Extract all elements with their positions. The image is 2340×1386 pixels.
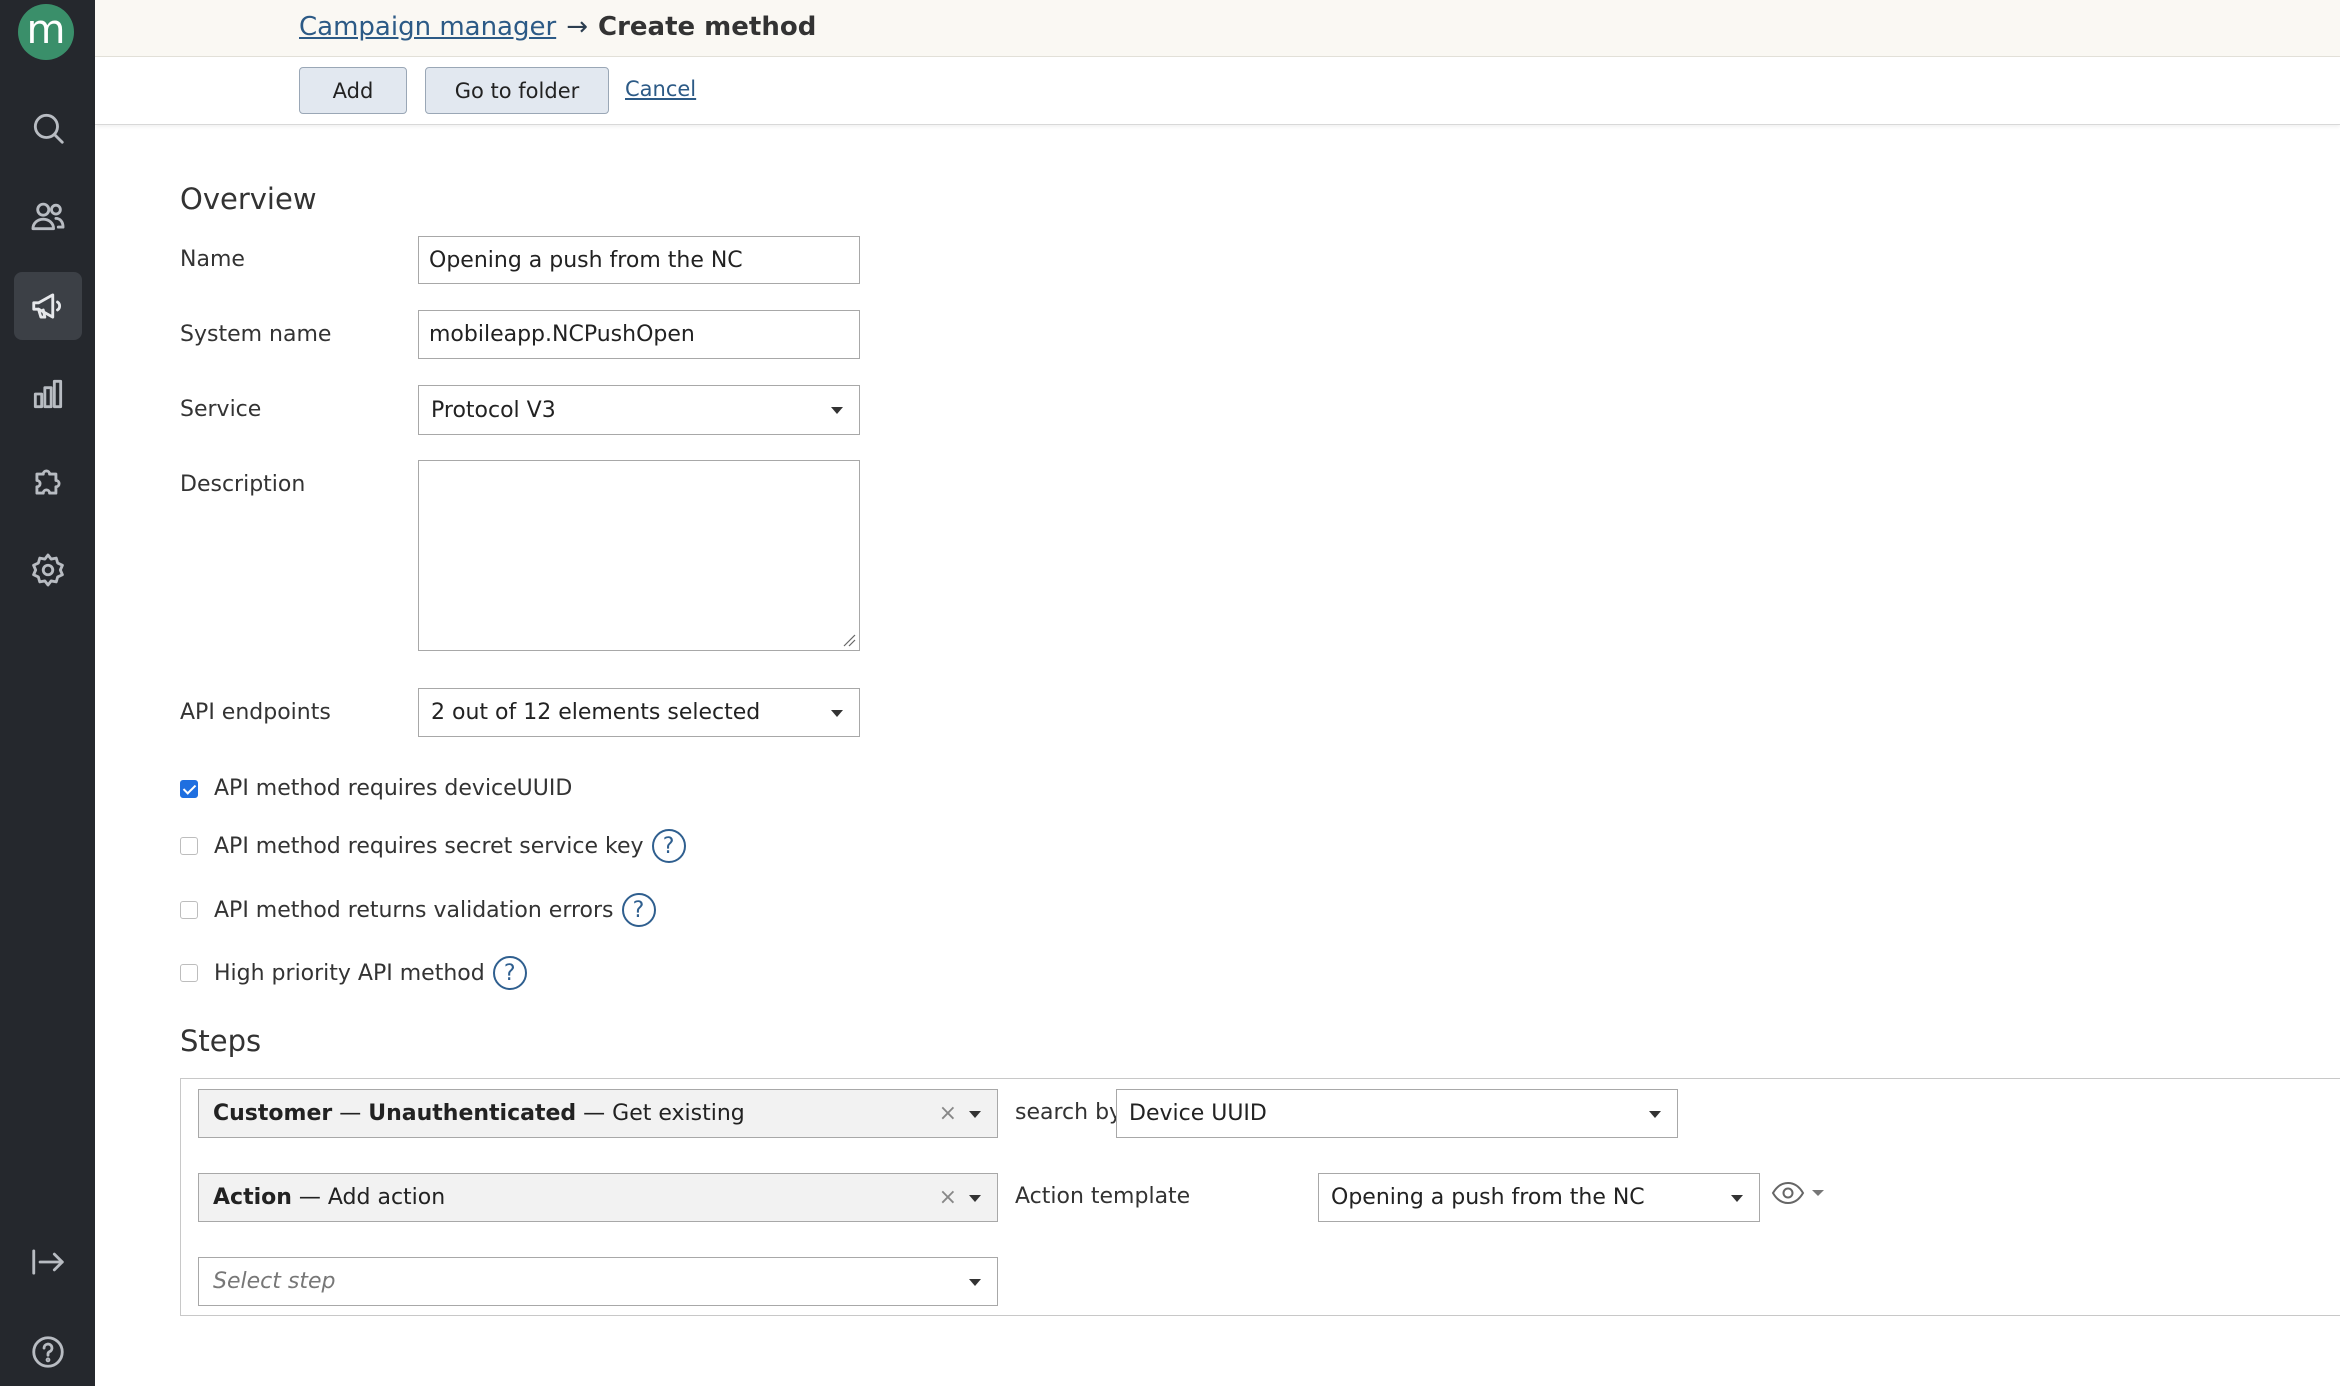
- api-endpoints-value: 2 out of 12 elements selected: [431, 700, 761, 725]
- chevron-down-icon: [1731, 1194, 1743, 1202]
- breadcrumb: Campaign manager → Create method: [299, 8, 816, 46]
- api-endpoints-select[interactable]: 2 out of 12 elements selected: [418, 688, 860, 737]
- chevron-down-icon: [969, 1110, 981, 1118]
- description-label: Description: [180, 472, 306, 497]
- name-label: Name: [180, 247, 245, 272]
- option-returns-validation-errors[interactable]: API method returns validation errors ?: [180, 893, 656, 927]
- action-template-label: Action template: [1015, 1184, 1191, 1209]
- step-action-select[interactable]: Action — Add action ×: [198, 1173, 998, 1222]
- high-priority-checkbox[interactable]: [180, 964, 198, 982]
- eye-icon: [1771, 1181, 1824, 1205]
- preview-dropdown[interactable]: [1770, 1178, 1828, 1212]
- left-sidebar: m: [0, 0, 95, 1386]
- integrations-nav-button[interactable]: [14, 448, 82, 516]
- bar-chart-icon: [33, 379, 63, 409]
- action-toolbar: Add Go to folder Cancel: [95, 57, 2340, 125]
- service-select-value: Protocol V3: [431, 397, 556, 423]
- select-step-dropdown[interactable]: Select step: [198, 1257, 998, 1306]
- breadcrumb-arrow: →: [566, 12, 588, 42]
- step-customer-select[interactable]: Customer — Unauthenticated — Get existin…: [198, 1089, 998, 1138]
- device-uuid-checkbox[interactable]: [180, 779, 198, 798]
- help-icon[interactable]: ?: [492, 956, 527, 990]
- chevron-down-icon: [831, 407, 843, 414]
- description-textarea[interactable]: [418, 460, 860, 651]
- step-customer-label: Customer — Unauthenticated — Get existin…: [213, 1101, 745, 1126]
- clear-icon[interactable]: ×: [939, 1185, 957, 1210]
- breadcrumb-campaign-manager-link[interactable]: Campaign manager: [299, 12, 556, 42]
- option-label: API method returns validation errors: [214, 897, 614, 923]
- megaphone-icon: [32, 293, 62, 319]
- clear-icon[interactable]: ×: [939, 1101, 957, 1126]
- api-endpoints-label: API endpoints: [180, 700, 331, 725]
- logout-icon: [32, 1249, 64, 1275]
- cancel-link[interactable]: Cancel: [625, 77, 696, 101]
- option-high-priority[interactable]: High priority API method ?: [180, 956, 527, 990]
- search-by-select[interactable]: Device UUID: [1116, 1089, 1678, 1138]
- name-field[interactable]: Opening a push from the NC: [418, 236, 860, 284]
- analytics-nav-button[interactable]: [14, 360, 82, 428]
- option-label: API method requires deviceUUID: [214, 776, 573, 801]
- go-to-folder-button[interactable]: Go to folder: [425, 67, 609, 114]
- logout-nav-button[interactable]: [14, 1228, 82, 1296]
- users-icon: [31, 202, 65, 231]
- help-icon[interactable]: ?: [651, 829, 686, 863]
- help-circle-icon: [32, 1336, 64, 1368]
- add-button[interactable]: Add: [299, 67, 407, 114]
- search-by-label: search by: [1015, 1100, 1123, 1125]
- header-bar: Campaign manager → Create method: [95, 0, 2340, 57]
- search-nav-button[interactable]: [14, 94, 82, 162]
- search-by-value: Device UUID: [1129, 1101, 1267, 1126]
- help-nav-button[interactable]: [14, 1318, 82, 1386]
- search-icon: [33, 113, 64, 144]
- step-action-label: Action — Add action: [213, 1185, 446, 1210]
- action-template-select[interactable]: Opening a push from the NC: [1318, 1173, 1760, 1222]
- option-label: High priority API method: [214, 960, 485, 986]
- secret-key-checkbox[interactable]: [180, 837, 198, 855]
- settings-icon: [32, 553, 64, 587]
- chevron-down-icon: [969, 1278, 981, 1286]
- option-requires-device-uuid[interactable]: API method requires deviceUUID: [180, 776, 572, 801]
- settings-nav-button[interactable]: [14, 536, 82, 604]
- action-template-value: Opening a push from the NC: [1331, 1185, 1645, 1210]
- option-label: API method requires secret service key: [214, 833, 644, 859]
- resize-handle-icon[interactable]: [842, 633, 856, 647]
- select-step-placeholder: Select step: [213, 1269, 336, 1294]
- chevron-down-icon: [1649, 1110, 1661, 1118]
- option-requires-secret-key[interactable]: API method requires secret service key ?: [180, 829, 686, 863]
- steps-heading: Steps: [180, 1024, 262, 1058]
- chevron-down-icon: [969, 1194, 981, 1202]
- chevron-down-icon: [831, 709, 843, 717]
- puzzle-icon: [35, 469, 61, 495]
- page-title: Create method: [597, 12, 817, 42]
- overview-heading: Overview: [180, 182, 317, 216]
- campaigns-nav-button[interactable]: [14, 272, 82, 340]
- system-name-field[interactable]: mobileapp.NCPushOpen: [418, 310, 860, 359]
- help-icon[interactable]: ?: [621, 893, 656, 927]
- service-label: Service: [180, 397, 262, 422]
- service-select[interactable]: Protocol V3: [418, 385, 860, 435]
- system-name-label: System name: [180, 322, 332, 347]
- customers-nav-button[interactable]: [14, 182, 82, 250]
- validation-errors-checkbox[interactable]: [180, 901, 198, 919]
- app-logo[interactable]: m: [18, 4, 74, 60]
